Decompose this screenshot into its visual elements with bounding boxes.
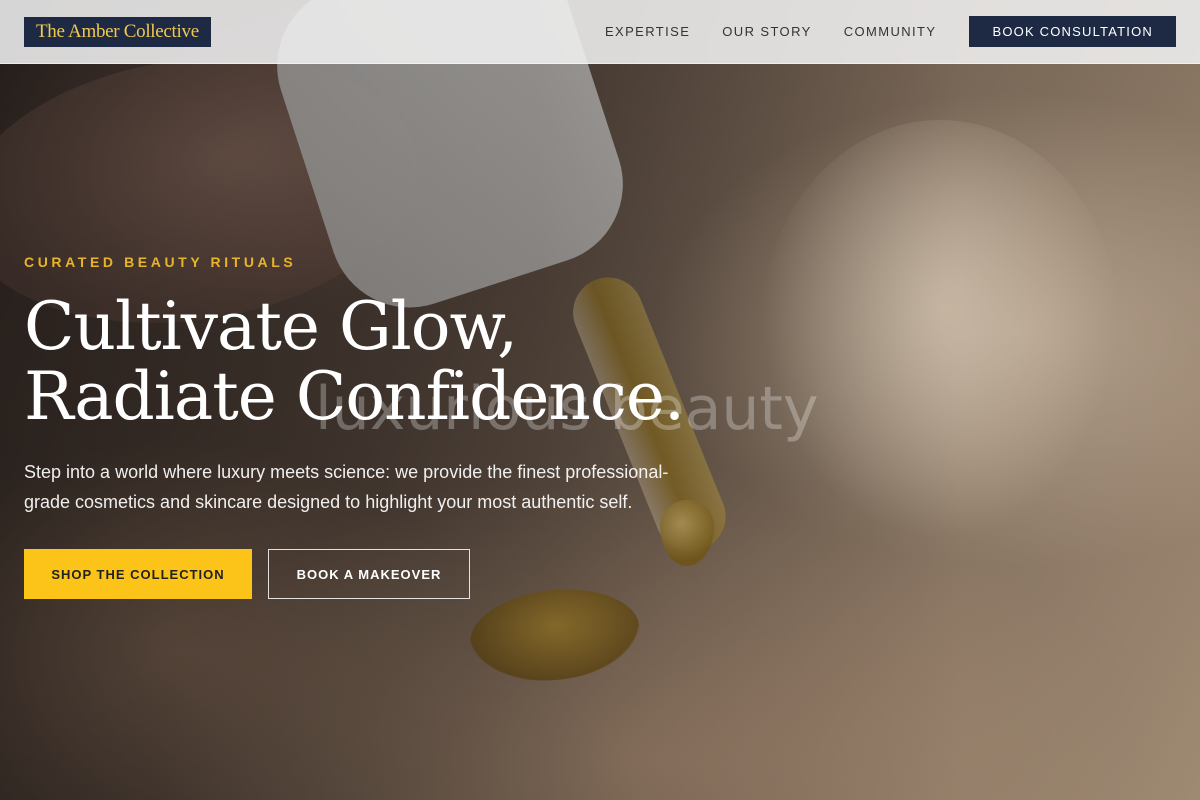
site-header: The Amber Collective EXPERTISE OUR STORY… [0,0,1200,64]
hero-content: CURATED BEAUTY RITUALS Cultivate Glow, R… [24,254,784,599]
book-consultation-button[interactable]: BOOK CONSULTATION [969,16,1176,47]
hero-actions: SHOP THE COLLECTION BOOK A MAKEOVER [24,549,784,599]
nav-link-our-story[interactable]: OUR STORY [722,24,811,39]
nav-link-community[interactable]: COMMUNITY [844,24,937,39]
hero-headline: Cultivate Glow, Radiate Confidence. [24,292,784,432]
book-makeover-button[interactable]: BOOK A MAKEOVER [268,549,470,599]
hero-headline-line-1: Cultivate Glow, [24,288,518,365]
hero-description: Step into a world where luxury meets sci… [24,462,669,512]
hero-eyebrow: CURATED BEAUTY RITUALS [24,254,297,270]
hero-headline-line-2: Radiate Confidence. [24,358,685,435]
main-nav: EXPERTISE OUR STORY COMMUNITY [605,24,937,39]
nav-link-expertise[interactable]: EXPERTISE [605,24,690,39]
brand-logo[interactable]: The Amber Collective [24,16,211,47]
shop-collection-button[interactable]: SHOP THE COLLECTION [24,549,252,599]
